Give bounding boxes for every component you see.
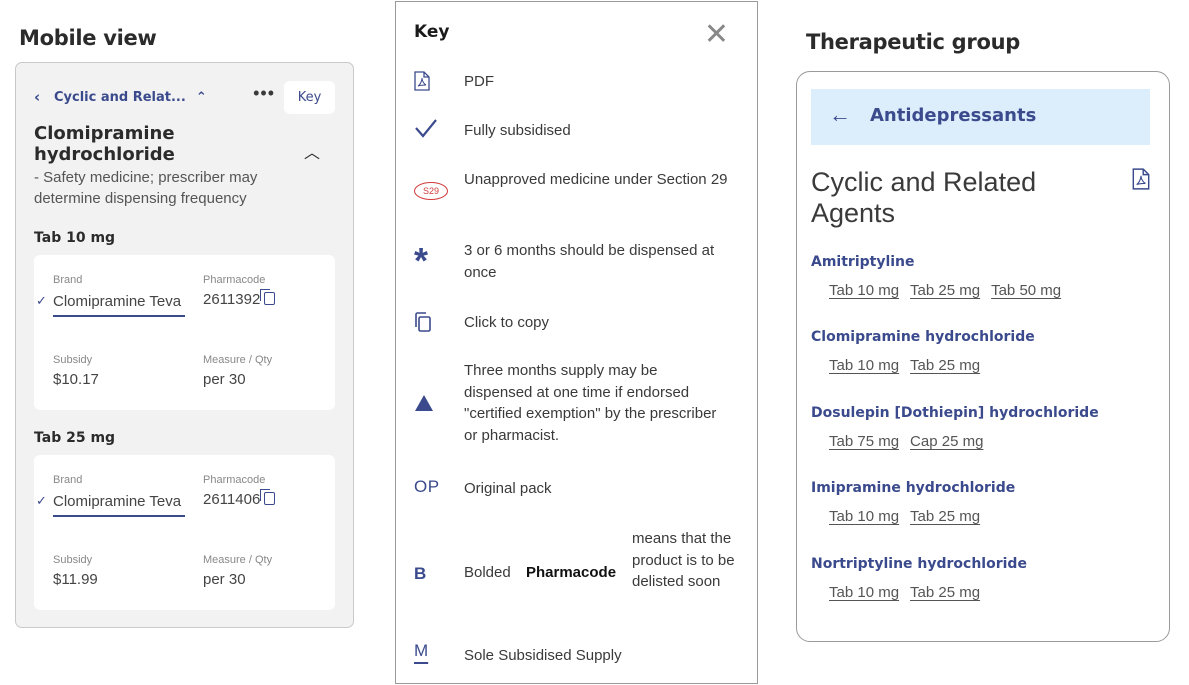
medicine-name[interactable]: Amitriptyline — [811, 254, 1072, 270]
medicine-name[interactable]: Clomipramine hydrochloride — [811, 329, 1035, 345]
key-button[interactable]: Key — [284, 81, 335, 114]
medicine-item: Clomipramine hydrochloride Tab 10 mg Tab … — [811, 329, 1035, 375]
measure-label: Measure / Qty — [203, 354, 273, 366]
pharmacode-label: Pharmacode — [203, 474, 266, 486]
key-item-text: PDF — [464, 73, 494, 90]
copy-icon — [414, 312, 448, 337]
medicine-note: - Safety medicine; prescriber may determ… — [34, 169, 258, 207]
brand-label: Brand — [53, 274, 83, 286]
form-links: Tab 75 mg Cap 25 mg — [829, 433, 1099, 451]
brand-link[interactable]: Clomipramine Teva — [53, 291, 185, 317]
brand-link[interactable]: Clomipramine Teva — [53, 491, 185, 517]
asterisk-icon: * — [414, 240, 429, 281]
breadcrumb-label: Cyclic and Relat... — [54, 89, 186, 105]
key-item-text: Click to copy — [464, 314, 550, 331]
pdf-icon[interactable] — [1132, 168, 1150, 195]
original-pack-icon: OP — [414, 477, 440, 496]
checkmark-icon — [414, 118, 448, 143]
form-links: Tab 10 mg Tab 25 mg Tab 50 mg — [829, 282, 1072, 300]
checkmark-icon: ✓ — [36, 493, 47, 508]
form-link[interactable]: Tab 25 mg — [910, 584, 980, 601]
key-item-text-bold: Pharmacode — [526, 564, 617, 581]
medicine-name[interactable]: Imipramine hydrochloride — [811, 480, 1015, 496]
medicine-title: Clomipramine hydrochloride — [34, 123, 175, 165]
back-label: Antidepressants — [870, 105, 1037, 126]
key-item-text-before: Bolded — [464, 564, 511, 581]
measure-label: Measure / Qty — [203, 554, 273, 566]
form-link[interactable]: Tab 75 mg — [829, 433, 899, 450]
medicine-item: Nortriptyline hydrochloride Tab 10 mg Tab… — [811, 556, 1027, 602]
copy-icon[interactable] — [260, 489, 276, 505]
pharmacode-label: Pharmacode — [203, 274, 266, 286]
pharmacode-text: 2611406 — [203, 491, 261, 508]
form-link[interactable]: Tab 10 mg — [829, 282, 899, 299]
arrow-left-icon: ← — [829, 102, 851, 127]
form-links: Tab 10 mg Tab 25 mg — [829, 357, 1035, 375]
pharmacode-text: 2611392 — [203, 291, 261, 308]
subsidy-label: Subsidy — [53, 554, 93, 566]
key-item-text: Original pack — [464, 480, 552, 497]
bold-b-icon: B — [414, 564, 427, 583]
form-link[interactable]: Cap 25 mg — [910, 433, 983, 450]
brand-label: Brand — [53, 474, 83, 486]
measure-value: per 30 — [203, 371, 246, 388]
medicine-item: Imipramine hydrochloride Tab 10 mg Tab 25… — [811, 480, 1015, 526]
s29-badge-icon: S29 — [414, 181, 448, 200]
checkmark-icon: ✓ — [36, 293, 47, 308]
key-item-text: Unapproved medicine under Section 29 — [464, 171, 728, 188]
more-options-icon[interactable]: ••• — [253, 83, 275, 104]
mobile-view-heading: Mobile view — [19, 26, 157, 50]
close-icon[interactable]: ✕ — [704, 20, 729, 50]
measure-value: per 30 — [203, 571, 246, 588]
subsidy-label: Subsidy — [53, 354, 93, 366]
double-chevron-up-icon[interactable]: ⌃ — [196, 90, 207, 105]
copy-icon[interactable] — [260, 289, 276, 305]
form-label: Tab 25 mg — [34, 430, 116, 446]
form-link[interactable]: Tab 10 mg — [829, 357, 899, 374]
form-link[interactable]: Tab 25 mg — [910, 357, 980, 374]
mobile-view-panel: ‹ Cyclic and Relat... ⌃ ••• Key Clomipra… — [15, 62, 354, 628]
medicine-name[interactable]: Dosulepin [Dothiepin] hydrochloride — [811, 405, 1099, 421]
breadcrumb[interactable]: ‹ Cyclic and Relat... ⌃ — [34, 88, 207, 106]
therapeutic-group-panel: ← Antidepressants Cyclic and Related Age… — [796, 71, 1170, 642]
medicine-name[interactable]: Nortriptyline hydrochloride — [811, 556, 1027, 572]
form-link[interactable]: Tab 10 mg — [829, 508, 899, 525]
form-link[interactable]: Tab 10 mg — [829, 584, 899, 601]
pharmacode-value: 2611392 — [203, 289, 276, 308]
key-panel: Key ✕ PDF Fully subsidised S29 Unapprove… — [395, 1, 758, 684]
form-label: Tab 10 mg — [34, 230, 116, 246]
medicine-item: Dosulepin [Dothiepin] hydrochloride Tab … — [811, 405, 1099, 451]
key-item-text: Fully subsidised — [464, 122, 571, 139]
product-card: Brand ✓ Clomipramine Teva Pharmacode 261… — [34, 255, 335, 410]
mobile-top-bar: ‹ Cyclic and Relat... ⌃ ••• Key — [34, 81, 335, 114]
key-item-text: Sole Subsidised Supply — [464, 647, 622, 664]
form-link[interactable]: Tab 25 mg — [910, 508, 980, 525]
chevron-left-icon: ‹ — [34, 88, 41, 106]
form-links: Tab 10 mg Tab 25 mg — [829, 584, 1027, 602]
subsidy-value: $10.17 — [53, 371, 99, 388]
chevron-up-icon[interactable]: ︿ — [304, 139, 320, 163]
pharmacode-value: 2611406 — [203, 489, 276, 508]
form-link[interactable]: Tab 50 mg — [991, 282, 1061, 299]
pdf-icon — [414, 71, 448, 96]
key-title: Key — [414, 22, 450, 42]
sole-supply-icon: M — [414, 641, 429, 660]
back-to-group-button[interactable]: ← Antidepressants — [811, 89, 1150, 145]
subsidy-value: $11.99 — [53, 571, 98, 588]
subgroup-title: Cyclic and Related Agents — [811, 167, 1037, 228]
s29-badge-text: S29 — [414, 182, 448, 200]
key-item-text: Three months supply may be dispensed at … — [464, 362, 717, 444]
form-link[interactable]: Tab 25 mg — [910, 282, 980, 299]
key-item-text: 3 or 6 months should be dispensed at onc… — [464, 242, 715, 281]
product-card: Brand ✓ Clomipramine Teva Pharmacode 261… — [34, 455, 335, 610]
key-item-text-after: means that the product is to be delisted… — [632, 530, 735, 590]
form-links: Tab 10 mg Tab 25 mg — [829, 508, 1015, 526]
triangle-icon — [414, 394, 448, 417]
therapeutic-group-heading: Therapeutic group — [806, 30, 1020, 54]
medicine-item: Amitriptyline Tab 10 mg Tab 25 mg Tab 50 m… — [811, 254, 1072, 300]
